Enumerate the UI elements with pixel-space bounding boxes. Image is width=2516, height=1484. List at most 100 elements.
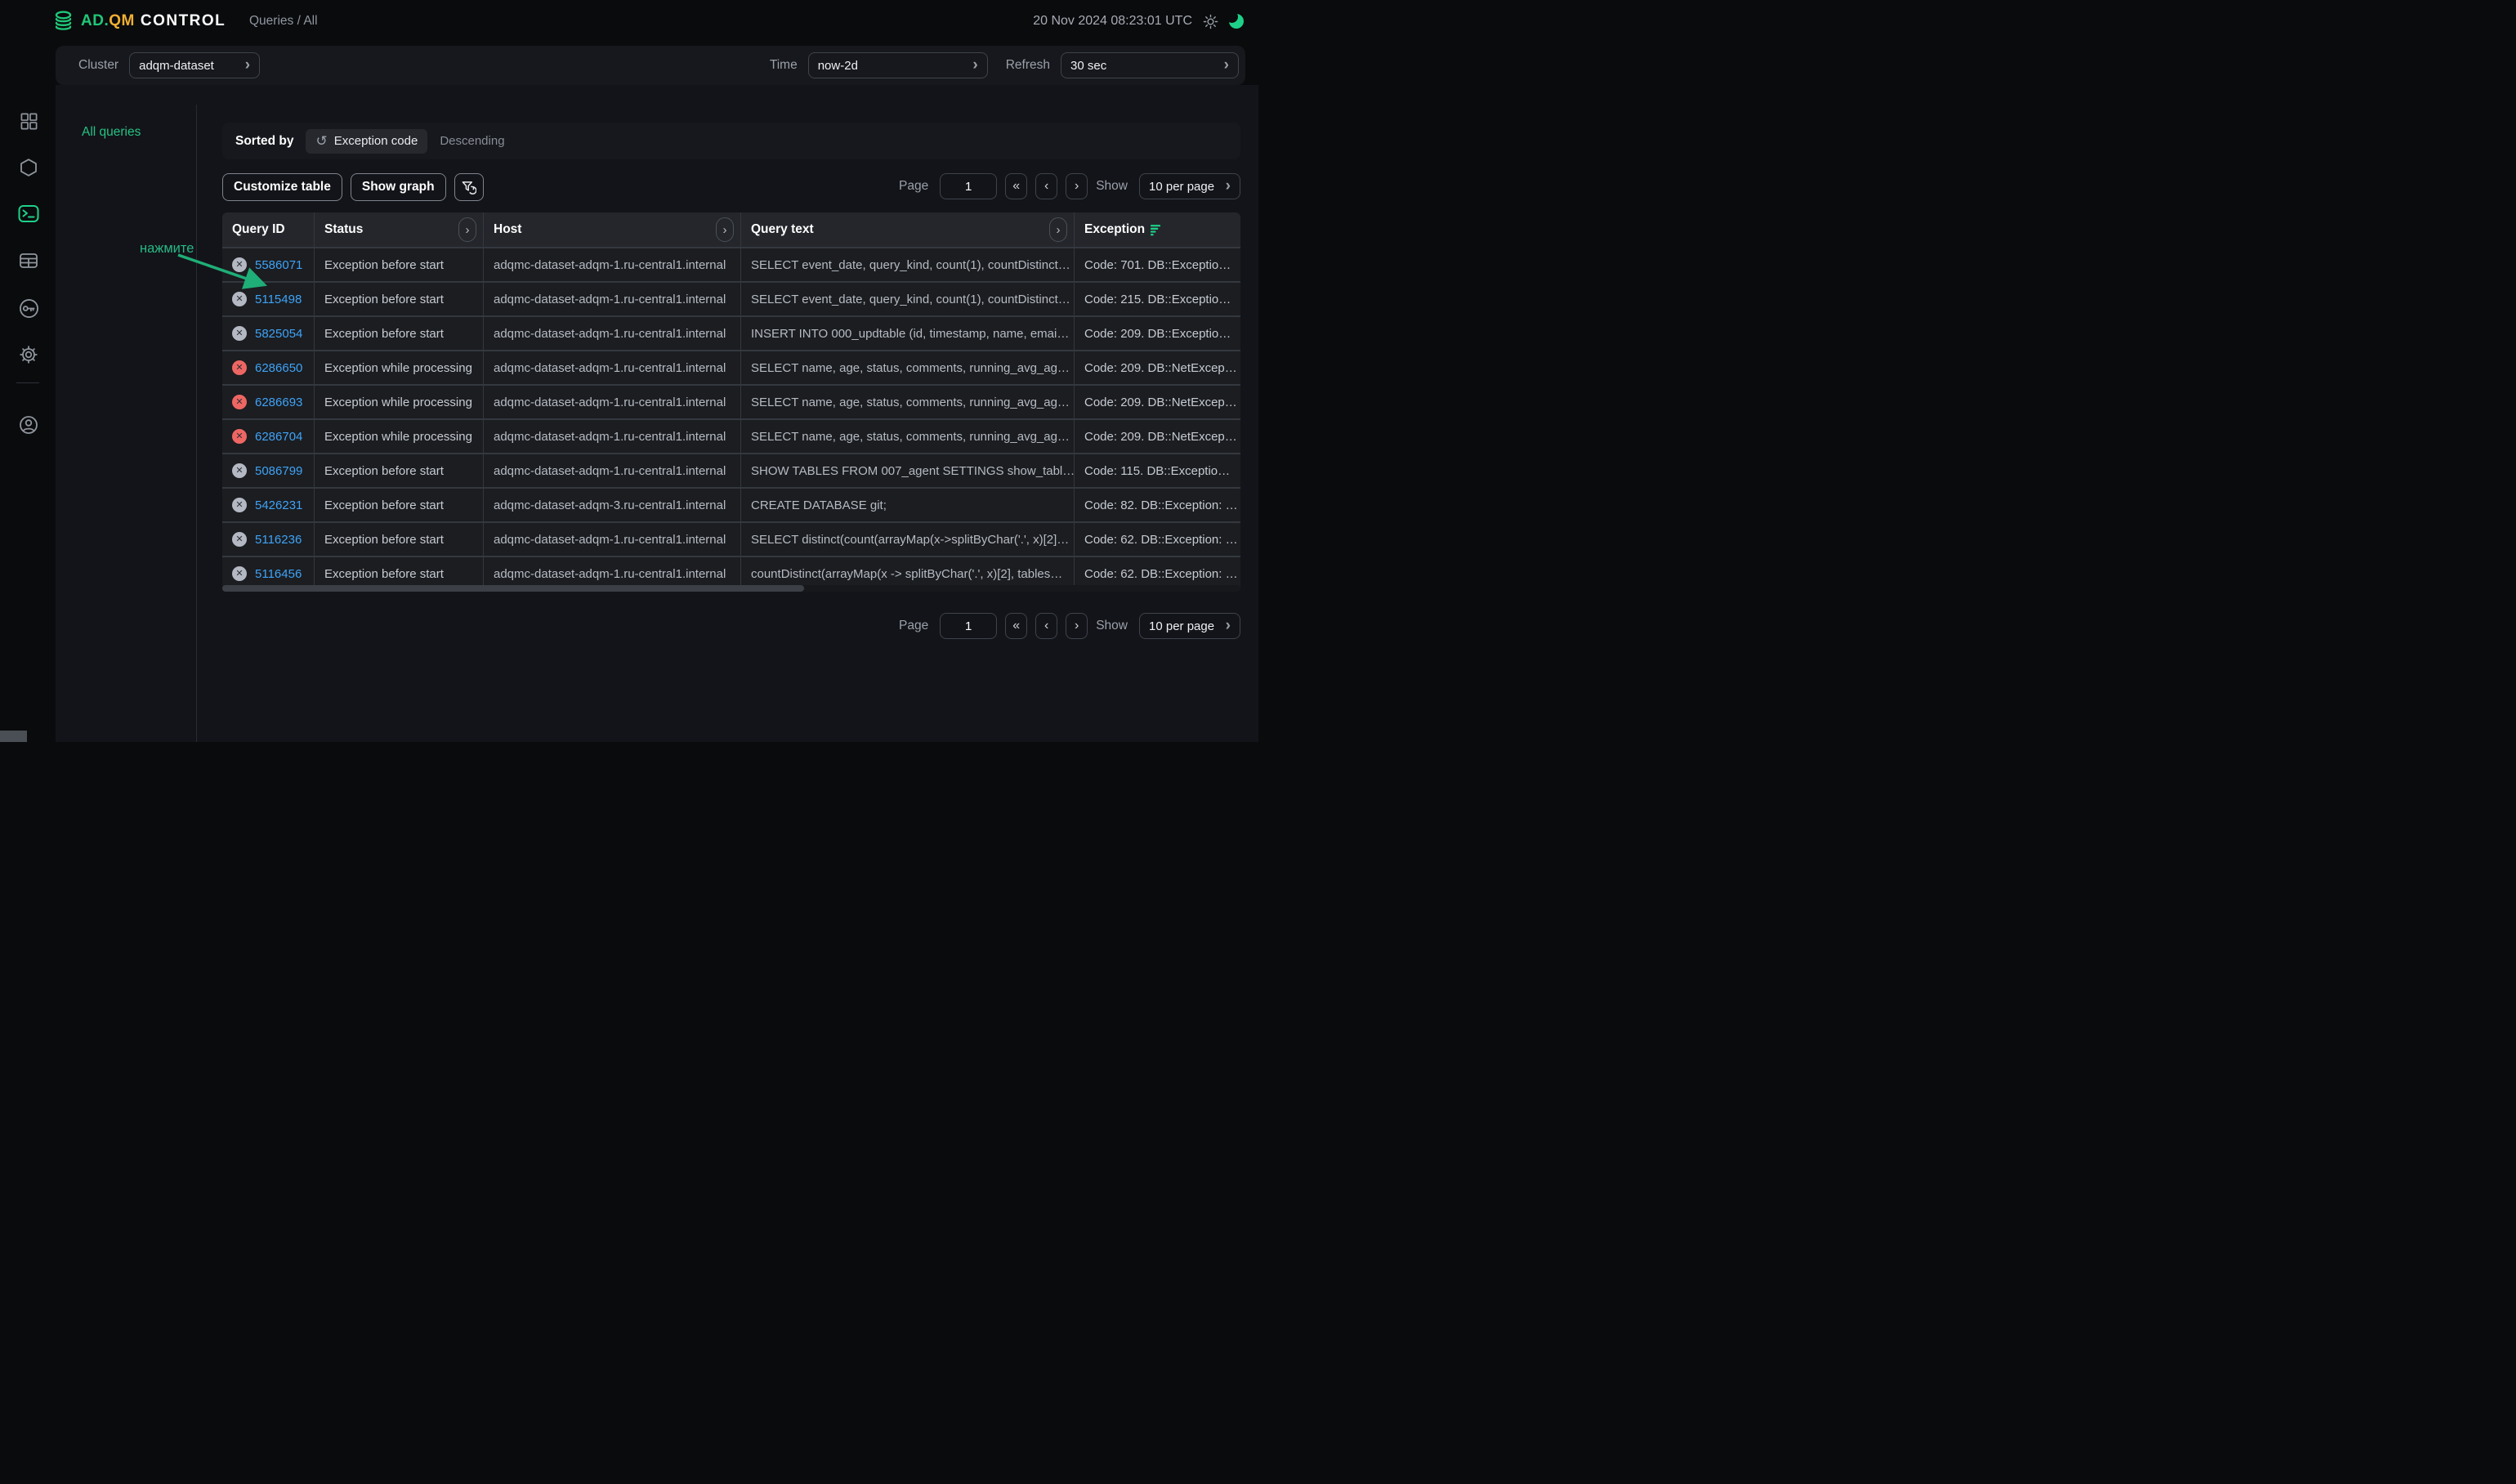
sidebar-item-queries[interactable] (18, 203, 39, 224)
query-id-cell: ✕ 5116236 (222, 523, 315, 556)
status-cell: Exception before start (315, 248, 484, 281)
dark-theme-icon[interactable] (1229, 14, 1244, 29)
logo-text: AD.QMCONTROL (81, 12, 226, 30)
annotation-arrow (173, 250, 288, 299)
table-row: ✕ 5115498 Exception before start adqmc-d… (222, 281, 1240, 315)
scrollbar-thumb[interactable] (222, 585, 804, 592)
query-id-link[interactable]: 5116456 (255, 567, 302, 581)
show-graph-button[interactable]: Show graph (351, 173, 446, 201)
per-page-select[interactable]: 10 per page › (1139, 613, 1240, 639)
sort-descending-icon[interactable] (1150, 224, 1162, 236)
sidebar-item-nodes[interactable] (18, 157, 39, 178)
show-label: Show (1096, 619, 1128, 633)
expand-column-button[interactable]: › (716, 217, 734, 242)
exception-cell: Code: 209. DB::Exceptio… (1075, 317, 1240, 350)
query-text-cell: SELECT name, age, status, comments, runn… (741, 351, 1075, 384)
customize-table-button[interactable]: Customize table (222, 173, 342, 201)
sorted-by-label: Sorted by (235, 134, 293, 149)
table-row: ✕ 6286693 Exception while processing adq… (222, 384, 1240, 418)
app-logo[interactable]: AD.QMCONTROL (52, 10, 226, 34)
per-page-select[interactable]: 10 per page › (1139, 173, 1240, 199)
query-id-link[interactable]: 6286650 (255, 361, 302, 375)
pagination-top: Page « ‹ › Show 10 per page › (899, 173, 1240, 199)
table-actions: Customize table Show graph (222, 173, 484, 201)
first-page-button[interactable]: « (1005, 173, 1027, 199)
key-icon (19, 298, 39, 319)
refresh-interval-value: 30 sec (1070, 59, 1106, 73)
table-header: Query ID Status › Host › Query text › Ex… (222, 212, 1240, 247)
status-x-icon: ✕ (232, 360, 247, 375)
dashboard-grid-icon (20, 112, 38, 131)
panel-divider (196, 105, 197, 742)
query-text-cell: SELECT distinct(count(arrayMap(x->splitB… (741, 523, 1075, 556)
page-label: Page (899, 179, 928, 194)
sidebar-item-account[interactable] (18, 414, 39, 436)
status-cell: Exception before start (315, 454, 484, 487)
page-input[interactable] (940, 173, 997, 199)
status-x-icon: ✕ (232, 429, 247, 444)
host-cell: adqmc-dataset-adqm-3.ru-central1.interna… (484, 489, 741, 521)
query-id-link[interactable]: 6286704 (255, 430, 302, 444)
reset-sort-icon: ↺ (315, 134, 327, 148)
status-cell: Exception while processing (315, 351, 484, 384)
host-cell: adqmc-dataset-adqm-1.ru-central1.interna… (484, 420, 741, 453)
chevron-right-icon: › (245, 58, 250, 72)
first-page-button[interactable]: « (1005, 613, 1027, 639)
query-id-link[interactable]: 6286693 (255, 396, 302, 409)
sort-field-value: Exception code (334, 134, 418, 148)
next-page-button[interactable]: › (1066, 613, 1088, 639)
sidebar-item-settings[interactable] (18, 344, 39, 365)
expand-column-button[interactable]: › (458, 217, 476, 242)
sidebar-item-tables[interactable] (18, 250, 39, 271)
window-scrollbar-thumb (0, 731, 27, 742)
exception-cell: Code: 209. DB::NetExcep… (1075, 420, 1240, 453)
query-id-link[interactable]: 5116236 (255, 533, 302, 547)
status-x-icon: ✕ (232, 463, 247, 478)
exception-cell: Code: 209. DB::NetExcep… (1075, 386, 1240, 418)
reset-filters-button[interactable] (454, 173, 484, 201)
queries-table: Query ID Status › Host › Query text › Ex… (222, 212, 1240, 590)
user-account-icon (19, 415, 38, 435)
expand-column-button[interactable]: › (1049, 217, 1067, 242)
next-page-button[interactable]: › (1066, 173, 1088, 199)
query-id-link[interactable]: 5825054 (255, 327, 302, 341)
time-range-value: now-2d (818, 59, 858, 73)
prev-page-button[interactable]: ‹ (1035, 173, 1057, 199)
status-cell: Exception before start (315, 523, 484, 556)
per-page-value: 10 per page (1149, 180, 1214, 194)
filter-reset-icon (461, 180, 476, 195)
host-cell: adqmc-dataset-adqm-1.ru-central1.interna… (484, 317, 741, 350)
table-row: ✕ 6286704 Exception while processing adq… (222, 418, 1240, 453)
sidebar-item-dashboard[interactable] (18, 110, 39, 132)
table-row: ✕ 5586071 Exception before start adqmc-d… (222, 247, 1240, 281)
prev-page-button[interactable]: ‹ (1035, 613, 1057, 639)
column-header-exception[interactable]: Exception (1075, 212, 1240, 247)
sort-bar: Sorted by ↺ Exception code Descending (222, 123, 1240, 159)
horizontal-scrollbar[interactable] (222, 585, 1240, 592)
status-cell: Exception while processing (315, 420, 484, 453)
table-row: ✕ 6286650 Exception while processing adq… (222, 350, 1240, 384)
query-id-link[interactable]: 5086799 (255, 464, 302, 478)
exception-cell: Code: 82. DB::Exception: … (1075, 489, 1240, 521)
gear-icon (19, 345, 38, 364)
status-x-icon: ✕ (232, 532, 247, 547)
status-x-icon: ✕ (232, 566, 247, 581)
refresh-interval-select[interactable]: 30 sec › (1061, 52, 1239, 78)
time-range-select[interactable]: now-2d › (808, 52, 988, 78)
top-bar: AD.QMCONTROL Queries / All 20 Nov 2024 0… (0, 0, 1258, 42)
query-text-cell: SELECT name, age, status, comments, runn… (741, 420, 1075, 453)
table-icon (19, 251, 38, 270)
page-input[interactable] (940, 613, 997, 639)
nav-all-queries[interactable]: All queries (82, 125, 141, 140)
cluster-select[interactable]: adqm-dataset › (129, 52, 260, 78)
host-cell: adqmc-dataset-adqm-1.ru-central1.interna… (484, 523, 741, 556)
sort-field-chip[interactable]: ↺ Exception code (306, 129, 427, 154)
query-text-cell: SELECT event_date, query_kind, count(1),… (741, 248, 1075, 281)
query-id-link[interactable]: 5426231 (255, 498, 302, 512)
show-label: Show (1096, 179, 1128, 194)
column-header-query-text: Query text › (741, 212, 1075, 247)
sort-direction[interactable]: Descending (440, 134, 504, 148)
light-theme-icon[interactable] (1203, 14, 1218, 29)
breadcrumb[interactable]: Queries / All (249, 14, 318, 29)
sidebar-item-access-keys[interactable] (18, 297, 39, 319)
